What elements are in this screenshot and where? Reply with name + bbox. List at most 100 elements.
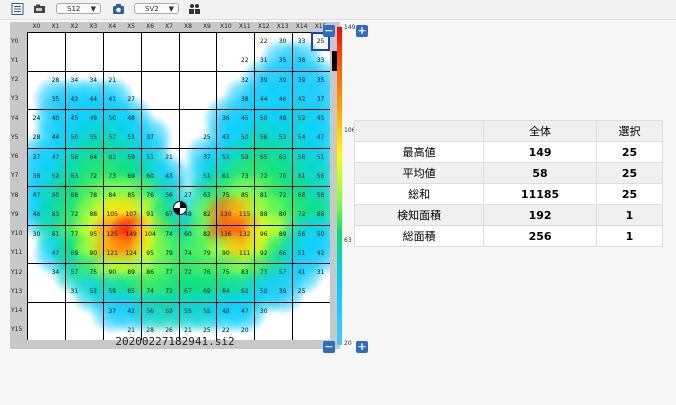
stats-total-value: 149 bbox=[483, 141, 597, 163]
scale-up-decrease-button[interactable]: − bbox=[323, 25, 335, 37]
cell-value: 56 bbox=[316, 172, 325, 180]
cell-value: 50 bbox=[316, 230, 325, 238]
scale-down-decrease-button[interactable]: − bbox=[323, 341, 335, 353]
cell-value: 72 bbox=[165, 288, 173, 296]
stats-row: 総和 11185 25 bbox=[353, 183, 664, 205]
cell-value: 75 bbox=[222, 269, 230, 277]
row-label: Y7 bbox=[11, 172, 19, 180]
cell-value: 48 bbox=[127, 115, 135, 123]
cell-value: 42 bbox=[127, 307, 135, 315]
row-label: Y5 bbox=[11, 133, 19, 141]
scale-min-label: 20 bbox=[344, 340, 352, 347]
scale-down-increase-button[interactable]: + bbox=[356, 341, 368, 353]
cell-value: 44 bbox=[51, 134, 60, 142]
cell-value: 68 bbox=[70, 192, 79, 200]
column-label: X2 bbox=[70, 23, 79, 30]
cell-value: 89 bbox=[127, 269, 135, 277]
cell-value: 149 bbox=[125, 230, 137, 238]
row-label: Y14 bbox=[11, 307, 23, 315]
cell-value: 30 bbox=[278, 38, 287, 46]
cell-value: 37 bbox=[203, 153, 211, 161]
column-label: X8 bbox=[184, 23, 192, 30]
cell-value: 55 bbox=[203, 307, 211, 315]
cell-value: 72 bbox=[70, 211, 79, 219]
row-label: Y0 bbox=[11, 37, 19, 45]
cell-value: 66 bbox=[278, 249, 287, 257]
row-label: Y8 bbox=[11, 191, 19, 199]
cell-value: 79 bbox=[203, 249, 211, 257]
cell-value: 21 bbox=[184, 326, 192, 334]
stats-selection-value: 25 bbox=[595, 162, 664, 184]
stats-selection-value: 1 bbox=[595, 225, 664, 247]
cell-value: 56 bbox=[297, 153, 306, 161]
cell-value: 61 bbox=[222, 172, 230, 180]
stats-selection-value: 1 bbox=[595, 204, 664, 226]
cell-value: 73 bbox=[259, 269, 268, 277]
cell-value: 63 bbox=[203, 192, 211, 200]
cell-value: 27 bbox=[184, 192, 192, 200]
cell-value: 54 bbox=[297, 134, 306, 142]
cell-value: 86 bbox=[146, 269, 154, 277]
cell-value: 50 bbox=[240, 134, 249, 142]
cell-value: 31 bbox=[259, 57, 268, 65]
file-name: 20200227182941.si2 bbox=[115, 335, 235, 348]
list-icon[interactable] bbox=[11, 3, 24, 15]
cell-value: 77 bbox=[70, 230, 79, 238]
mode-select[interactable]: SV2 ▼ bbox=[134, 3, 179, 14]
toolbar: S12 ▼ SV2 ▼ bbox=[0, 0, 676, 20]
cell-value: 72 bbox=[89, 172, 98, 180]
heatmap-grid[interactable]: 22 30 33 25 22 31 35 36 33 28 34 34 21 32 39 39 39 35 35 42… bbox=[27, 32, 330, 340]
chevron-down-icon: ▼ bbox=[90, 5, 96, 13]
cell-value: 82 bbox=[203, 230, 211, 238]
column-label: X10 bbox=[219, 23, 232, 30]
column-label: X5 bbox=[127, 23, 136, 30]
cell-value: 46 bbox=[32, 211, 41, 219]
grid-line bbox=[27, 263, 330, 264]
cell-value: 47 bbox=[51, 153, 60, 161]
cell-value: 28 bbox=[32, 134, 41, 142]
cell-value: 74 bbox=[184, 249, 192, 257]
cell-value: 36 bbox=[297, 57, 306, 65]
cell-value: 50 bbox=[259, 115, 268, 123]
grid-line bbox=[27, 186, 330, 187]
cell-value: 50 bbox=[108, 115, 117, 123]
cell-value: 34 bbox=[70, 76, 79, 84]
stats-total-value: 256 bbox=[483, 225, 597, 247]
people-icon[interactable] bbox=[188, 3, 201, 15]
cell-value: 43 bbox=[165, 172, 173, 180]
cell-value: 62 bbox=[240, 288, 249, 296]
row-label: Y4 bbox=[11, 114, 19, 122]
cell-value: 47 bbox=[51, 249, 60, 257]
cell-value: 34 bbox=[51, 269, 60, 277]
cell-value: 66 bbox=[297, 192, 306, 200]
cell-value: 61 bbox=[297, 172, 306, 180]
stats-row: 平均値 58 25 bbox=[353, 162, 664, 184]
cell-value: 91 bbox=[146, 211, 154, 219]
camera-icon[interactable] bbox=[33, 3, 46, 15]
cell-value: 22 bbox=[259, 38, 268, 46]
column-label: X6 bbox=[146, 23, 155, 30]
cell-value: 46 bbox=[278, 95, 287, 103]
camera-icon[interactable] bbox=[112, 3, 125, 15]
cell-value: 41 bbox=[108, 95, 117, 103]
stats-header-selection: 選択 bbox=[595, 120, 664, 142]
cell-value: 136 bbox=[220, 230, 232, 238]
cell-value: 37 bbox=[146, 134, 154, 142]
cell-value: 53 bbox=[278, 134, 287, 142]
sensor-select[interactable]: S12 ▼ bbox=[56, 3, 101, 14]
cell-value: 74 bbox=[146, 288, 154, 296]
cell-value: 47 bbox=[316, 134, 325, 142]
cell-value: 59 bbox=[240, 153, 249, 161]
cell-value: 52 bbox=[297, 115, 306, 123]
cell-value: 51 bbox=[146, 153, 154, 161]
cell-value: 45 bbox=[70, 115, 79, 123]
cell-value: 34 bbox=[89, 76, 98, 84]
cell-value: 58 bbox=[259, 134, 268, 142]
cell-value: 61 bbox=[51, 230, 60, 238]
scale-up-increase-button[interactable]: + bbox=[356, 25, 368, 37]
stats-row: 最高値 149 25 bbox=[353, 141, 664, 163]
cell-value: 65 bbox=[259, 153, 268, 161]
cell-value: 42 bbox=[70, 95, 79, 103]
cell-value: 39 bbox=[278, 288, 287, 296]
row-label: Y6 bbox=[11, 153, 19, 161]
